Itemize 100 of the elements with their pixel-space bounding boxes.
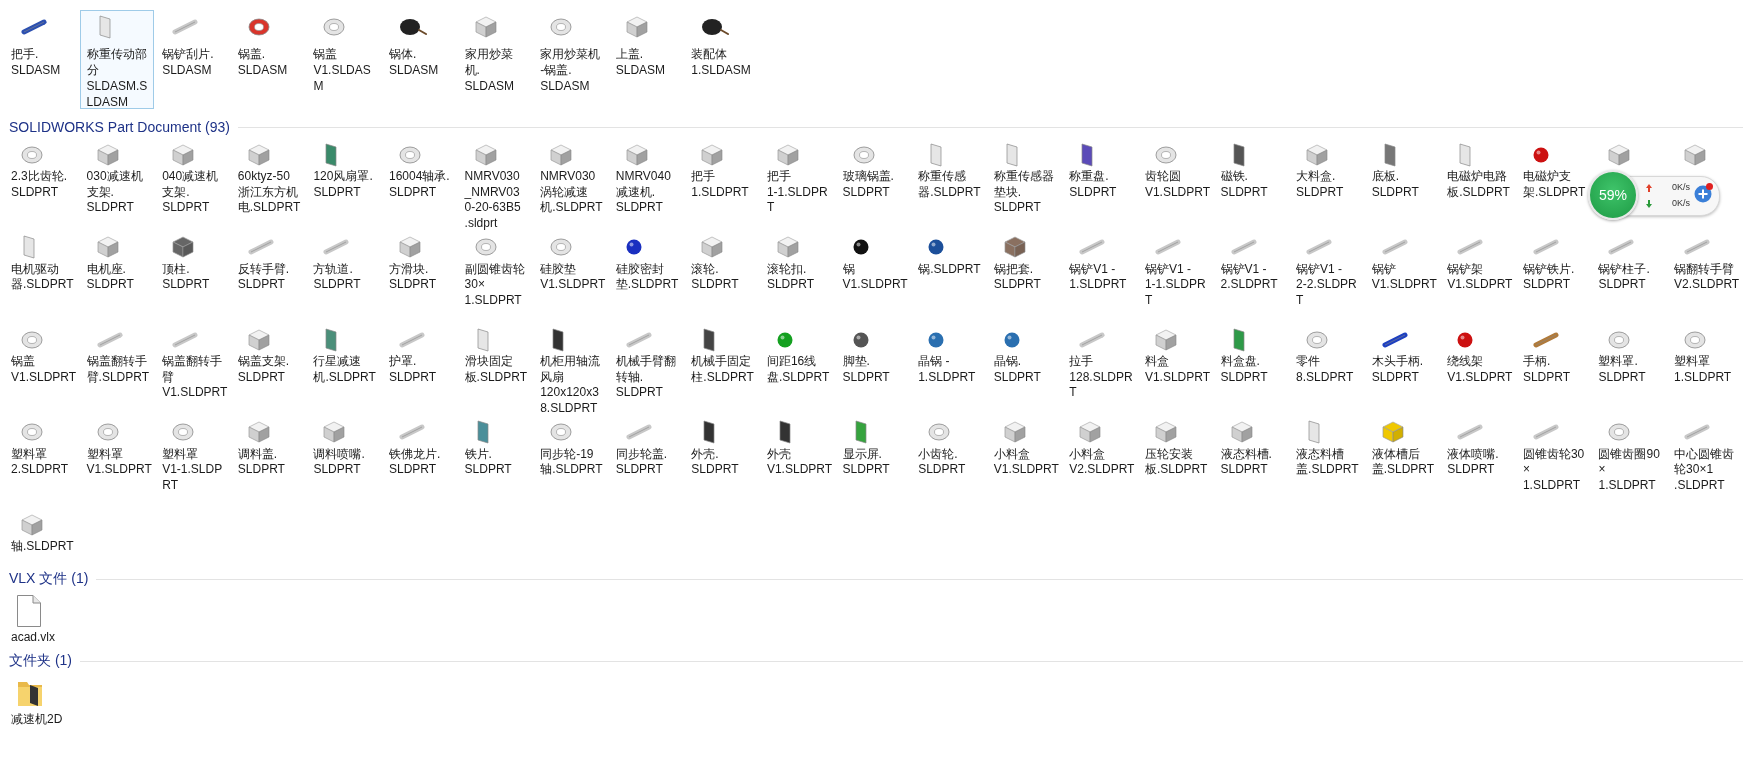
file-tile[interactable]: 塑料罩. SLDPRT: [1591, 325, 1653, 387]
rod-icon: [247, 239, 274, 256]
file-tile[interactable]: 护罩. SLDPRT: [381, 325, 444, 387]
file-tile[interactable]: 机械手臂翻 转轴. SLDPRT: [608, 325, 683, 402]
file-tile[interactable]: 滚轮扣. SLDPRT: [759, 232, 822, 294]
file-tile[interactable]: 行星减速 机.SLDPRT: [306, 325, 383, 387]
group-header[interactable]: 文件夹 (1): [9, 652, 72, 671]
file-tile[interactable]: 大料盒. SLDPRT: [1289, 140, 1351, 201]
plus-icon[interactable]: [1694, 182, 1714, 203]
file-tile[interactable]: 轴.SLDPRT: [4, 510, 81, 556]
file-tile[interactable]: NMRV030 涡轮减速 机.SLDPRT: [533, 140, 610, 217]
file-tile[interactable]: 中心圆锥齿 轮30×1 .SLDPRT: [1667, 417, 1742, 495]
file-tile[interactable]: 称重传动部 分 SLDASM.S LDASM: [79, 10, 154, 109]
file-tile[interactable]: 铁片. SLDPRT: [457, 417, 519, 479]
file-tile[interactable]: 副圆锥齿轮 30× 1.SLDPRT: [457, 232, 532, 310]
file-tile[interactable]: 家用炒菜机 -锅盖. SLDASM: [533, 10, 608, 109]
file-tile[interactable]: 塑料罩 1.SLDPRT: [1667, 325, 1739, 387]
file-tile[interactable]: 电磁炉电路 板.SLDPRT: [1440, 140, 1517, 201]
file-tile[interactable]: 玻璃锅盖. SLDPRT: [835, 140, 901, 201]
file-tile[interactable]: 机柜用轴流 风扇 120x120x3 8.SLDPRT: [533, 325, 608, 418]
group-header[interactable]: VLX 文件 (1): [9, 570, 89, 589]
file-tile[interactable]: 滚轮. SLDPRT: [684, 232, 746, 294]
file-tile[interactable]: 底板. SLDPRT: [1364, 140, 1426, 201]
file-tile[interactable]: 滑块固定 板.SLDPRT: [457, 325, 535, 387]
file-tile[interactable]: 晶锅 - 1.SLDPRT: [911, 325, 983, 387]
file-tile[interactable]: 称重传感器 垫块. SLDPRT: [986, 140, 1061, 217]
file-tile[interactable]: 拉手 128.SLDPR T: [1062, 325, 1140, 402]
block-icon: [474, 16, 497, 38]
file-tile[interactable]: 塑料罩 2.SLDPRT: [4, 417, 76, 479]
file-tile[interactable]: 方滑块. SLDPRT: [381, 232, 444, 294]
file-tile[interactable]: NMRV040 减速机. SLDPRT: [608, 140, 678, 217]
file-tile[interactable]: 反转手臂. SLDPRT: [230, 232, 297, 294]
file-tile[interactable]: 圆锥齿轮30 × 1.SLDPRT: [1515, 417, 1592, 495]
file-tile[interactable]: acad.vlx: [4, 592, 63, 647]
file-tile[interactable]: 把手 1.SLDPRT: [684, 140, 756, 201]
file-tile[interactable]: 液态料槽. SLDPRT: [1213, 417, 1279, 479]
file-tile[interactable]: 16004轴承. SLDPRT: [381, 140, 457, 201]
file-tile[interactable]: 小齿轮. SLDPRT: [911, 417, 973, 479]
ring-icon: [1306, 330, 1329, 349]
file-name: 玻璃锅盖. SLDPRT: [842, 169, 894, 200]
rod-icon: [1608, 239, 1635, 256]
file-tile[interactable]: 把手 1-1.SLDPR T: [759, 140, 835, 217]
file-tile[interactable]: 2.3比齿轮. SLDPRT: [4, 140, 74, 201]
file-tile[interactable]: 称重传感 器.SLDPRT: [911, 140, 988, 201]
file-tile[interactable]: 液体槽后 盖.SLDPRT: [1364, 417, 1442, 479]
group-header[interactable]: SOLIDWORKS Part Document (93): [9, 119, 230, 135]
file-tile[interactable]: 木头手柄. SLDPRT: [1364, 325, 1431, 387]
file-tile[interactable]: 间距16线 盘.SLDPRT: [759, 325, 837, 387]
file-tile[interactable]: 锅盖 V1.SLDAS M: [306, 10, 381, 109]
file-tile[interactable]: 锅铲V1 - 1.SLDPRT: [1062, 232, 1134, 294]
file-tile[interactable]: 脚垫. SLDPRT: [835, 325, 897, 387]
file-tile[interactable]: 装配体 1.SLDASM: [684, 10, 759, 109]
file-tile[interactable]: 铁佛龙片. SLDPRT: [381, 417, 448, 479]
file-tile[interactable]: 030减速机 支架. SLDPRT: [79, 140, 150, 217]
file-tile[interactable]: 家用炒菜 机. SLDASM: [457, 10, 532, 109]
file-tile[interactable]: 同步轮盖. SLDPRT: [608, 417, 675, 479]
ring-icon: [323, 18, 346, 36]
file-tile[interactable]: 锅铲柱子. SLDPRT: [1591, 232, 1657, 294]
file-name: 把手 1.SLDPRT: [691, 169, 749, 200]
file-tile[interactable]: 液态料槽 盖.SLDPRT: [1289, 417, 1366, 479]
file-tile[interactable]: 锅铲V1 - 1-1.SLDPR T: [1137, 232, 1213, 310]
file-tile[interactable]: 方轨道. SLDPRT: [306, 232, 368, 294]
file-tile[interactable]: 晶锅. SLDPRT: [986, 325, 1048, 387]
file-tile[interactable]: 锅铲V1 - 2-2.SLDPR T: [1289, 232, 1364, 310]
file-tile[interactable]: 锅把套. SLDPRT: [986, 232, 1048, 294]
file-tile[interactable]: 电机座. SLDPRT: [79, 232, 141, 294]
block-icon: [701, 236, 724, 259]
file-tile[interactable]: 120风扇罩. SLDPRT: [306, 140, 380, 201]
file-tile[interactable]: 液体喷嘴. SLDPRT: [1440, 417, 1506, 479]
ring-icon: [21, 423, 43, 442]
ring-icon: [172, 423, 195, 442]
file-name: NMRV030 _NMRV03 0-20-63B5 .sldprt: [464, 169, 521, 231]
file-name: 锅铲柱子. SLDPRT: [1598, 261, 1650, 293]
file-tile[interactable]: 锅铲刮片. SLDASM: [155, 10, 230, 109]
file-tile[interactable]: 机械手固定 柱.SLDPRT: [684, 325, 761, 387]
file-tile[interactable]: 040减速机 支架. SLDPRT: [155, 140, 226, 217]
file-tile[interactable]: 上盖. SLDASM: [608, 10, 683, 109]
file-name: 120风扇罩. SLDPRT: [313, 169, 373, 200]
file-tile[interactable]: 60ktyz-50 浙江东方机 电.SLDPRT: [230, 140, 308, 217]
file-tile[interactable]: 圆锥齿圈90 × 1.SLDPRT: [1591, 417, 1667, 495]
file-tile[interactable]: 锅翻转手臂 V2.SLDPRT: [1667, 232, 1743, 294]
file-tile[interactable]: 锅盖. SLDASM: [230, 10, 305, 109]
file-tile[interactable]: 称重盘. SLDPRT: [1062, 140, 1124, 201]
file-tile[interactable]: 减速机2D: [4, 674, 70, 729]
file-name: 外壳 V1.SLDPRT: [766, 446, 833, 478]
file-tile[interactable]: 调料喷嘴. SLDPRT: [306, 417, 372, 479]
file-tile[interactable]: 同步轮-19 轴.SLDPRT: [533, 417, 610, 479]
file-tile[interactable]: 锅体. SLDASM: [381, 10, 456, 109]
file-tile[interactable]: 锅铲V1 - 2.SLDPRT: [1213, 232, 1285, 294]
file-name: 称重传动部 分 SLDASM.S LDASM: [86, 46, 147, 110]
file-tile[interactable]: 外壳. SLDPRT: [684, 417, 746, 479]
file-tile[interactable]: 把手. SLDASM: [4, 10, 78, 109]
file-tile[interactable]: 零件 8.SLDPRT: [1289, 325, 1361, 387]
file-name: 锅 V1.SLDPRT: [842, 261, 908, 293]
file-name: 塑料罩 1.SLDPRT: [1674, 354, 1732, 386]
block-icon: [247, 328, 270, 351]
file-tile[interactable]: 电机驱动 器.SLDPRT: [4, 232, 81, 294]
file-tile[interactable]: 调料盖. SLDPRT: [230, 417, 292, 479]
file-tile[interactable]: NMRV030 _NMRV03 0-20-63B5 .sldprt: [457, 140, 528, 232]
file-tile[interactable]: 顶柱. SLDPRT: [155, 232, 217, 294]
